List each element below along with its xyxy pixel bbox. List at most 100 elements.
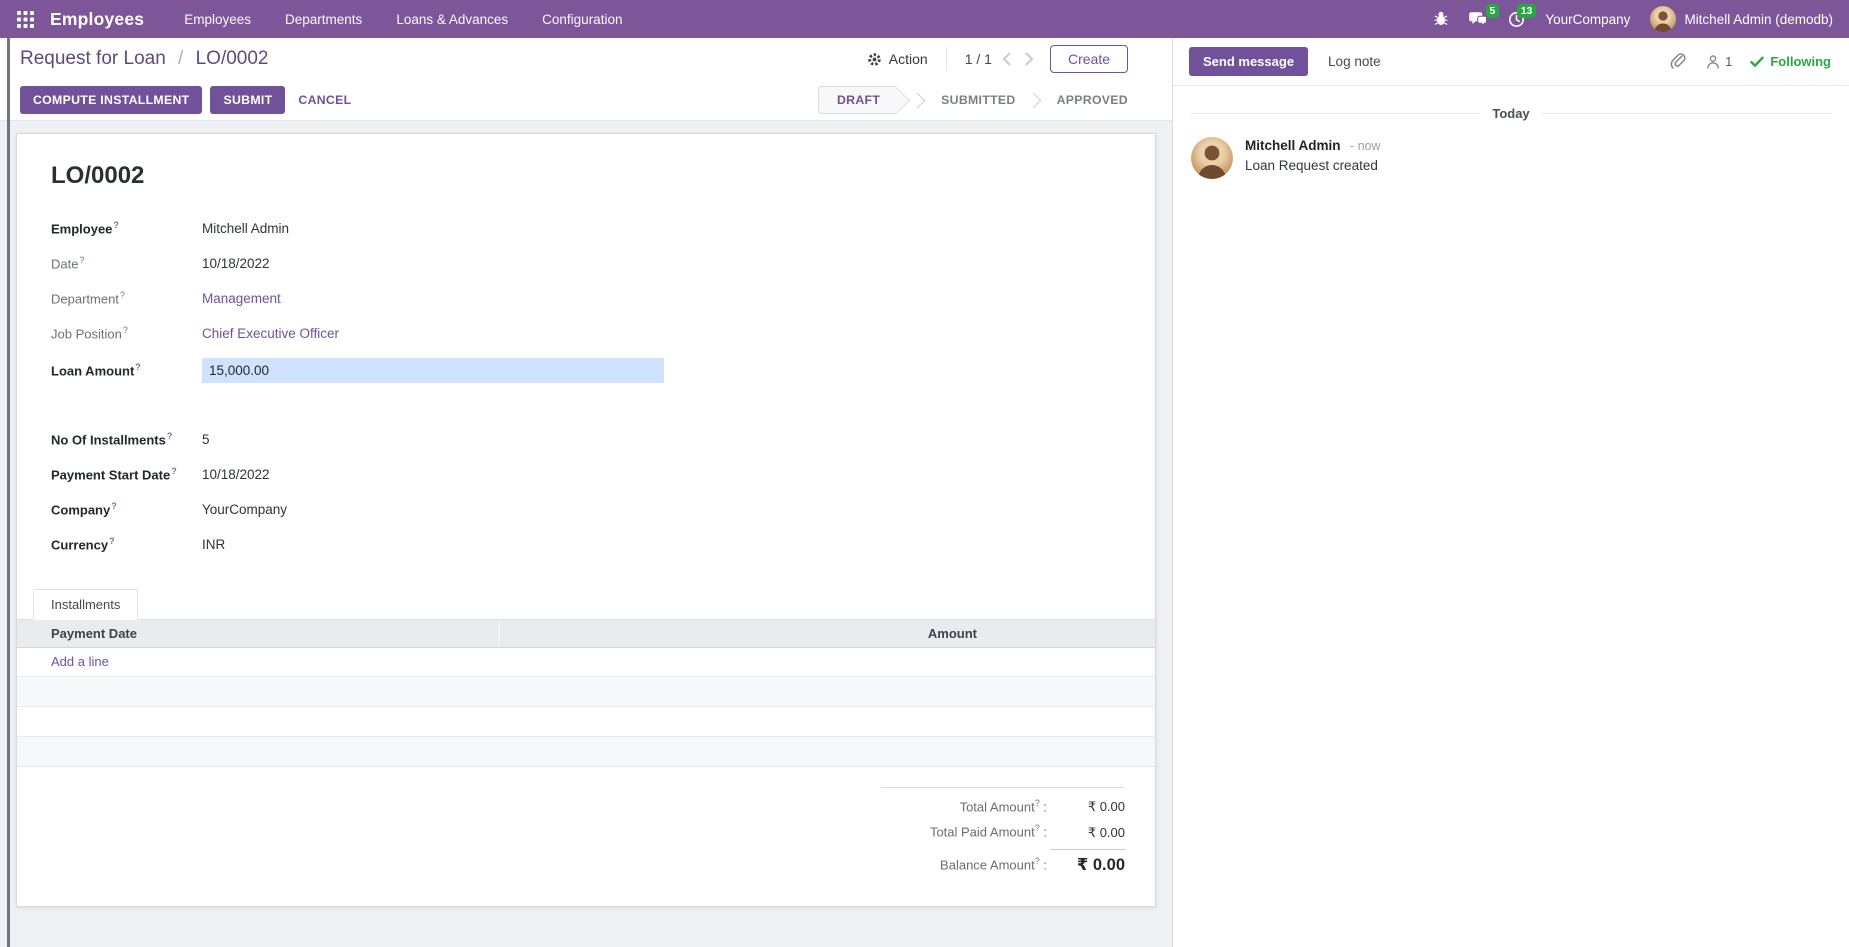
status-arrow-tip: [883, 87, 910, 114]
balance-amount-label: Balance Amount: [940, 858, 1035, 873]
log-note-button[interactable]: Log note: [1328, 54, 1381, 69]
company-switcher[interactable]: YourCompany: [1545, 12, 1630, 27]
notebook: Installments Payment Date Amount Add a l…: [17, 589, 1155, 767]
total-amount-label: Total Amount: [960, 799, 1035, 814]
message-body: Loan Request created: [1245, 158, 1381, 173]
field-label-job-position: Job Position?: [51, 325, 202, 341]
pager-previous-icon[interactable]: [1002, 52, 1011, 66]
window-edge-strip: [7, 38, 10, 947]
table-empty-row: [17, 677, 1155, 707]
help-marker: ?: [167, 431, 173, 441]
field-label-date: Date?: [51, 255, 202, 271]
balance-amount-row: Balance Amount? : ₹ 0.00: [881, 845, 1125, 879]
control-panel: Request for Loan / LO/0002 Action 1 / 1: [0, 38, 1172, 121]
field-label-employee: Employee?: [51, 220, 202, 236]
statusbar: DRAFT SUBMITTED APPROVED: [818, 86, 1134, 114]
grid-icon-glyph: [17, 11, 34, 28]
help-marker: ?: [109, 536, 115, 546]
field-value-currency[interactable]: INR: [202, 537, 225, 552]
field-label-company: Company?: [51, 501, 202, 517]
followers-button[interactable]: 1: [1705, 54, 1732, 70]
user-avatar: [1650, 6, 1676, 32]
add-a-line-link[interactable]: Add a line: [17, 648, 1155, 677]
total-paid-amount-value: ₹ 0.00: [1051, 825, 1125, 841]
attachment-paperclip-icon[interactable]: [1669, 53, 1687, 71]
field-value-employee[interactable]: Mitchell Admin: [202, 221, 289, 236]
breadcrumb-parent[interactable]: Request for Loan: [20, 48, 166, 69]
field-row-job-position: Job Position? Chief Executive Officer: [51, 323, 1121, 344]
column-header-amount[interactable]: Amount: [500, 620, 977, 647]
field-value-job-position[interactable]: Chief Executive Officer: [202, 326, 339, 341]
column-header-spacer: [977, 620, 1155, 647]
breadcrumb: Request for Loan / LO/0002: [20, 48, 269, 70]
column-header-payment-date[interactable]: Payment Date: [17, 620, 500, 647]
action-label: Action: [889, 51, 928, 67]
field-row-employee: Employee? Mitchell Admin: [51, 218, 1121, 239]
create-button[interactable]: Create: [1050, 45, 1128, 73]
menu-employees[interactable]: Employees: [184, 12, 251, 27]
user-menu[interactable]: Mitchell Admin (demodb): [1650, 6, 1833, 32]
chatter-message[interactable]: Mitchell Admin - now Loan Request create…: [1173, 137, 1849, 179]
help-marker: ?: [123, 325, 128, 335]
field-row-date: Date? 10/18/2022: [51, 253, 1121, 274]
menu-departments[interactable]: Departments: [285, 12, 362, 27]
field-row-installments: No Of Installments? 5: [51, 429, 1121, 450]
cancel-button[interactable]: CANCEL: [285, 86, 364, 114]
field-row-payment-start-date: Payment Start Date? 10/18/2022: [51, 464, 1121, 485]
field-value-payment-start-date[interactable]: 10/18/2022: [202, 467, 270, 482]
divider: [946, 47, 947, 71]
record-title: LO/0002: [51, 162, 1121, 190]
help-marker: ?: [1035, 798, 1040, 808]
messages-icon[interactable]: 5: [1469, 11, 1488, 28]
chatter-toolbar: Send message Log note 1: [1173, 38, 1849, 86]
status-step-approved[interactable]: APPROVED: [1051, 87, 1134, 113]
app-title[interactable]: Employees: [50, 9, 144, 30]
field-value-date[interactable]: 10/18/2022: [202, 256, 270, 271]
activities-clock-icon[interactable]: 13: [1508, 11, 1525, 28]
menu-loans-advances[interactable]: Loans & Advances: [396, 12, 508, 27]
submit-button[interactable]: SUBMIT: [210, 86, 285, 114]
installments-table-header: Payment Date Amount: [17, 620, 1155, 648]
today-divider: Today: [1191, 106, 1831, 121]
field-row-currency: Currency? INR: [51, 534, 1121, 555]
compute-installment-button[interactable]: COMPUTE INSTALLMENT: [20, 86, 202, 114]
help-marker: ?: [135, 362, 141, 372]
user-name: Mitchell Admin (demodb): [1684, 12, 1833, 27]
send-message-button[interactable]: Send message: [1189, 47, 1308, 76]
status-chevron-icon: [1025, 92, 1041, 108]
help-marker: ?: [113, 220, 119, 230]
help-marker: ?: [120, 290, 125, 300]
apps-grid-icon[interactable]: [12, 6, 38, 32]
check-icon: [1750, 56, 1764, 68]
following-label: Following: [1770, 54, 1831, 69]
debug-bug-icon[interactable]: [1433, 11, 1449, 27]
form-view-background: LO/0002 Employee? Mitchell Admin Date? 1…: [0, 121, 1172, 947]
form-sheet: LO/0002 Employee? Mitchell Admin Date? 1…: [16, 133, 1156, 907]
total-paid-amount-label: Total Paid Amount: [930, 825, 1035, 840]
help-marker: ?: [1035, 856, 1040, 866]
field-value-company[interactable]: YourCompany: [202, 502, 287, 517]
field-row-loan-amount: Loan Amount? 15,000.00: [51, 358, 1121, 383]
help-marker: ?: [111, 501, 117, 511]
total-amount-row: Total Amount? : ₹ 0.00: [881, 794, 1125, 819]
action-menu-button[interactable]: Action: [867, 51, 928, 67]
field-value-installments[interactable]: 5: [202, 432, 210, 447]
tab-installments[interactable]: Installments: [33, 589, 138, 620]
field-value-department[interactable]: Management: [202, 291, 281, 306]
pager-next-icon[interactable]: [1025, 52, 1034, 66]
loan-amount-input[interactable]: 15,000.00: [202, 358, 664, 383]
top-navbar: Employees Employees Departments Loans & …: [0, 0, 1849, 38]
message-author[interactable]: Mitchell Admin: [1245, 138, 1341, 153]
menu-configuration[interactable]: Configuration: [542, 12, 622, 27]
status-step-submitted[interactable]: SUBMITTED: [935, 87, 1021, 113]
following-button[interactable]: Following: [1750, 54, 1831, 69]
breadcrumb-current: LO/0002: [196, 48, 269, 69]
followers-count: 1: [1725, 54, 1732, 69]
field-label-payment-start-date: Payment Start Date?: [51, 466, 202, 482]
breadcrumb-separator: /: [178, 48, 183, 69]
field-row-department: Department? Management: [51, 288, 1121, 309]
status-step-draft[interactable]: DRAFT: [818, 86, 896, 114]
followers-person-icon: [1705, 54, 1721, 70]
today-label: Today: [1492, 106, 1529, 121]
table-empty-row: [17, 737, 1155, 767]
